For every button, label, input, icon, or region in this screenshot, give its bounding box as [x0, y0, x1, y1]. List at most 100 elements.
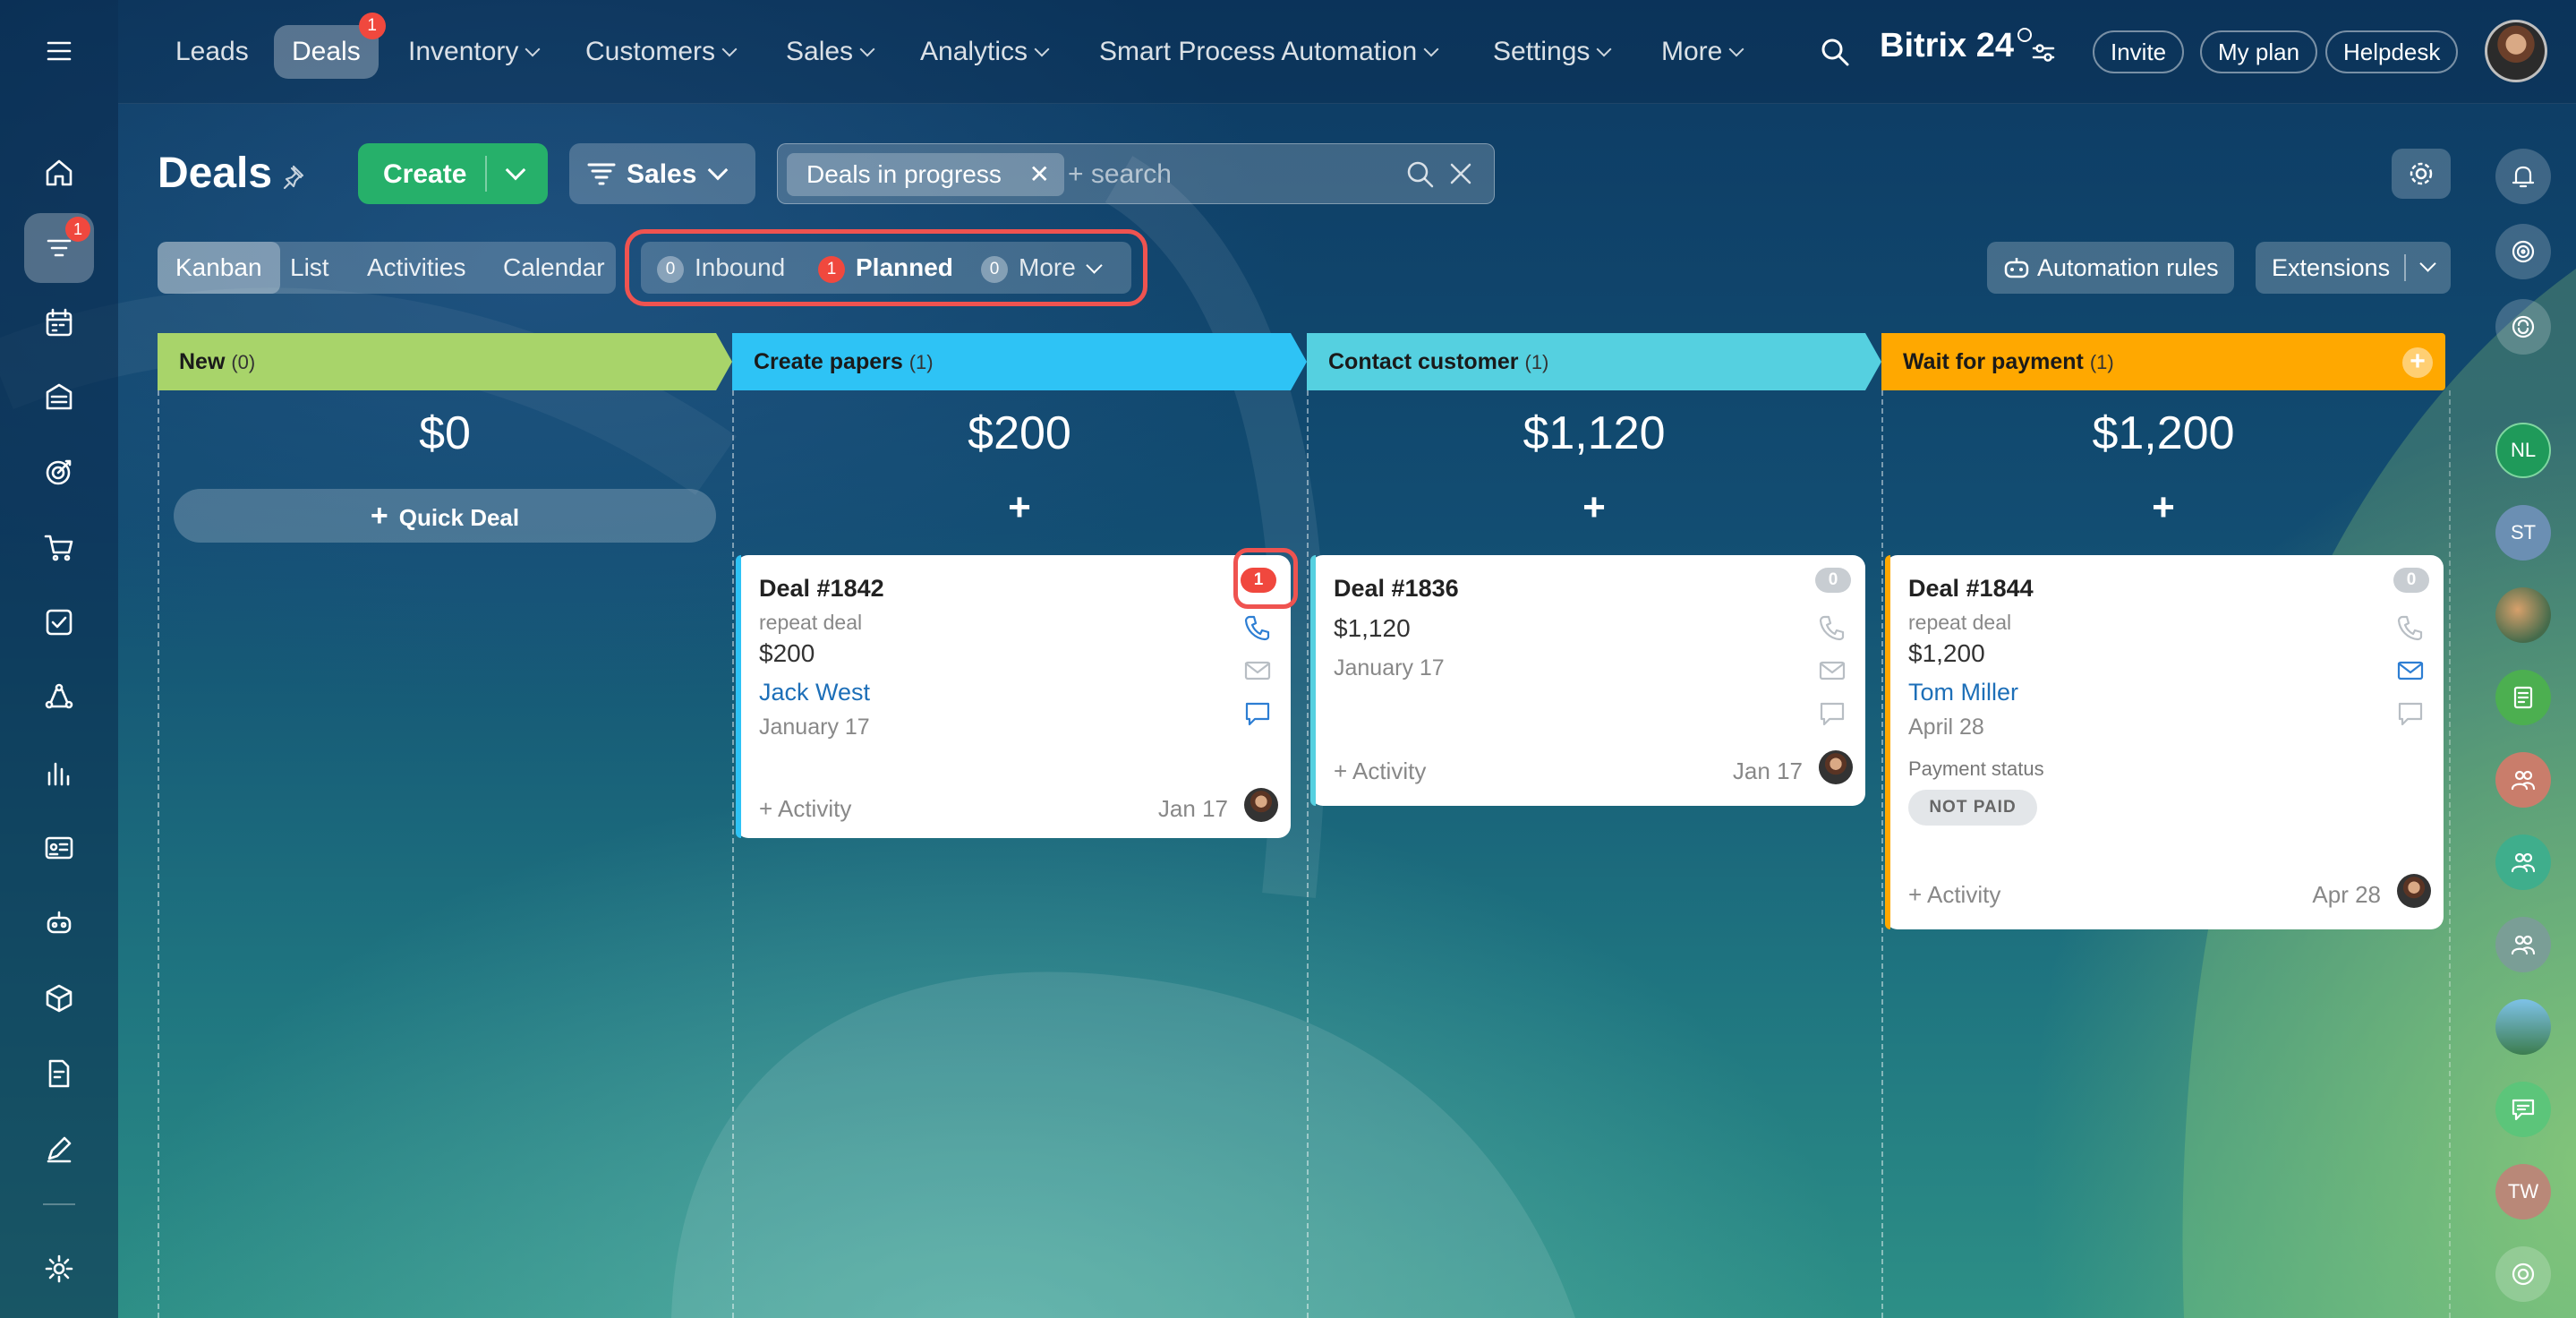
deal-card[interactable]: Deal #1844 repeat deal $1,200 Tom Miller… — [1885, 555, 2444, 929]
column-header[interactable]: Wait for payment (1) + — [1881, 333, 2445, 390]
contact-nl-avatar[interactable]: NL — [2495, 423, 2551, 478]
copilot-icon[interactable] — [2495, 224, 2551, 279]
column-header[interactable]: Contact customer (1) — [1307, 333, 1881, 390]
nav-analytics[interactable]: Analytics — [902, 25, 1065, 79]
group-chat-icon[interactable] — [2495, 752, 2551, 808]
counter-inbound[interactable]: 0 Inbound — [657, 242, 785, 294]
add-deal-plus-icon[interactable]: + — [732, 485, 1307, 530]
deal-contact[interactable]: Tom Miller — [1908, 679, 2018, 706]
mail-icon[interactable] — [2395, 655, 2426, 686]
pen-icon[interactable] — [24, 1114, 94, 1184]
contact-st-avatar[interactable]: ST — [2495, 505, 2551, 561]
brand-logo[interactable]: Bitrix 24 — [1880, 27, 2032, 65]
filter-chip[interactable]: Deals in progress ✕ — [787, 153, 1064, 196]
search-filter-box[interactable]: Deals in progress ✕ — [777, 143, 1495, 204]
extensions-button[interactable]: Extensions — [2256, 242, 2451, 294]
deal-card[interactable]: Deal #1836 $1,120 January 17 0 + Activit… — [1310, 555, 1865, 806]
contact-photo-avatar[interactable] — [2495, 587, 2551, 643]
tab-calendar[interactable]: Calendar — [485, 242, 623, 294]
menu-icon[interactable] — [24, 16, 94, 86]
copilot-chat-icon[interactable] — [2495, 1246, 2551, 1302]
pipeline-selector[interactable]: Sales — [569, 143, 755, 204]
column-header[interactable]: Create papers (1) — [732, 333, 1307, 390]
add-activity-link[interactable]: + Activity — [1908, 881, 2000, 909]
deal-title[interactable]: Deal #1836 — [1334, 575, 1459, 603]
tasks-icon[interactable] — [24, 587, 94, 657]
phone-icon[interactable] — [1817, 612, 1847, 643]
home-icon[interactable] — [24, 138, 94, 208]
notes-chat-icon[interactable] — [2495, 670, 2551, 725]
clear-icon[interactable] — [1447, 160, 1474, 187]
pin-icon[interactable] — [281, 163, 310, 192]
add-stage-plus-icon[interactable]: + — [2402, 347, 2433, 378]
bell-icon[interactable] — [2495, 149, 2551, 204]
close-icon[interactable]: ✕ — [1029, 153, 1050, 196]
nav-settings[interactable]: Settings — [1475, 25, 1627, 79]
nav-leads[interactable]: Leads — [158, 25, 267, 79]
search-input[interactable] — [1068, 153, 1390, 196]
phone-icon[interactable] — [2395, 612, 2426, 643]
deal-title[interactable]: Deal #1844 — [1908, 575, 2034, 603]
activity-counter-badge[interactable]: 0 — [2393, 568, 2429, 593]
chevron-down-icon[interactable] — [2419, 255, 2436, 272]
invite-button[interactable]: Invite — [2093, 30, 2185, 73]
mail-icon[interactable] — [1817, 655, 1847, 686]
view-settings-button[interactable] — [2392, 149, 2451, 199]
search-icon[interactable] — [1819, 36, 1851, 68]
tab-kanban[interactable]: Kanban — [158, 242, 280, 294]
add-deal-plus-icon[interactable]: + — [1307, 485, 1881, 530]
activity-counter-badge[interactable]: 0 — [1815, 568, 1851, 593]
gear-icon[interactable] — [24, 1234, 94, 1304]
team-chat-icon[interactable] — [2495, 834, 2551, 890]
user-avatar[interactable] — [2485, 20, 2547, 82]
settings-sliders-icon[interactable] — [2030, 39, 2057, 66]
search-icon[interactable] — [1404, 158, 1437, 191]
analytics-icon[interactable] — [24, 738, 94, 808]
counter-planned[interactable]: 1 Planned — [818, 242, 953, 294]
nav-customers[interactable]: Customers — [567, 25, 753, 79]
my-plan-button[interactable]: My plan — [2200, 30, 2318, 73]
target-icon[interactable] — [24, 437, 94, 507]
chevron-down-icon[interactable] — [505, 159, 526, 181]
automation-rules-button[interactable]: Automation rules — [1987, 242, 2234, 294]
landscape-avatar[interactable] — [2495, 999, 2551, 1055]
add-activity-link[interactable]: + Activity — [1334, 757, 1426, 785]
document-sign-icon[interactable] — [24, 1039, 94, 1108]
workflow-icon[interactable] — [24, 663, 94, 732]
responsible-avatar[interactable] — [1244, 788, 1278, 822]
store-icon[interactable] — [24, 362, 94, 432]
nav-smart-process-automation[interactable]: Smart Process Automation — [1081, 25, 1454, 79]
nav-sales[interactable]: Sales — [768, 25, 891, 79]
nav-deals[interactable]: Deals 1 — [274, 13, 386, 79]
open-channel-icon[interactable] — [2495, 1082, 2551, 1137]
phone-icon[interactable] — [1242, 612, 1273, 643]
add-activity-link[interactable]: + Activity — [759, 795, 851, 823]
responsible-avatar[interactable] — [1819, 750, 1853, 784]
chat-icon[interactable] — [2395, 698, 2426, 729]
nav-more[interactable]: More — [1643, 25, 1760, 79]
add-deal-plus-icon[interactable]: + — [1881, 485, 2445, 530]
cart-icon[interactable] — [24, 512, 94, 582]
contact-tw-avatar[interactable]: TW — [2495, 1164, 2551, 1220]
quick-deal-button[interactable]: + Quick Deal — [174, 489, 716, 543]
tab-activities[interactable]: Activities — [349, 242, 483, 294]
mail-icon[interactable] — [1242, 655, 1273, 686]
responsible-avatar[interactable] — [2397, 874, 2431, 908]
sync-chat-icon[interactable] — [2495, 299, 2551, 355]
column-header[interactable]: New (0) — [158, 333, 732, 390]
chat-icon[interactable] — [1242, 698, 1273, 729]
deal-title[interactable]: Deal #1842 — [759, 575, 884, 603]
contact-card-icon[interactable] — [24, 813, 94, 883]
create-button[interactable]: Create — [358, 143, 548, 204]
department-chat-icon[interactable] — [2495, 917, 2551, 972]
nav-inventory[interactable]: Inventory — [390, 25, 556, 79]
helpdesk-button[interactable]: Helpdesk — [2325, 30, 2459, 73]
tab-list[interactable]: List — [272, 242, 347, 294]
calendar-icon[interactable] — [24, 288, 94, 358]
robot-icon[interactable] — [24, 888, 94, 958]
counter-more[interactable]: 0 More — [981, 242, 1103, 294]
crm-icon[interactable]: 1 — [24, 213, 94, 283]
deal-card[interactable]: Deal #1842 repeat deal $200 Jack West Ja… — [736, 555, 1291, 838]
deal-contact[interactable]: Jack West — [759, 679, 870, 706]
box-icon[interactable] — [24, 963, 94, 1033]
